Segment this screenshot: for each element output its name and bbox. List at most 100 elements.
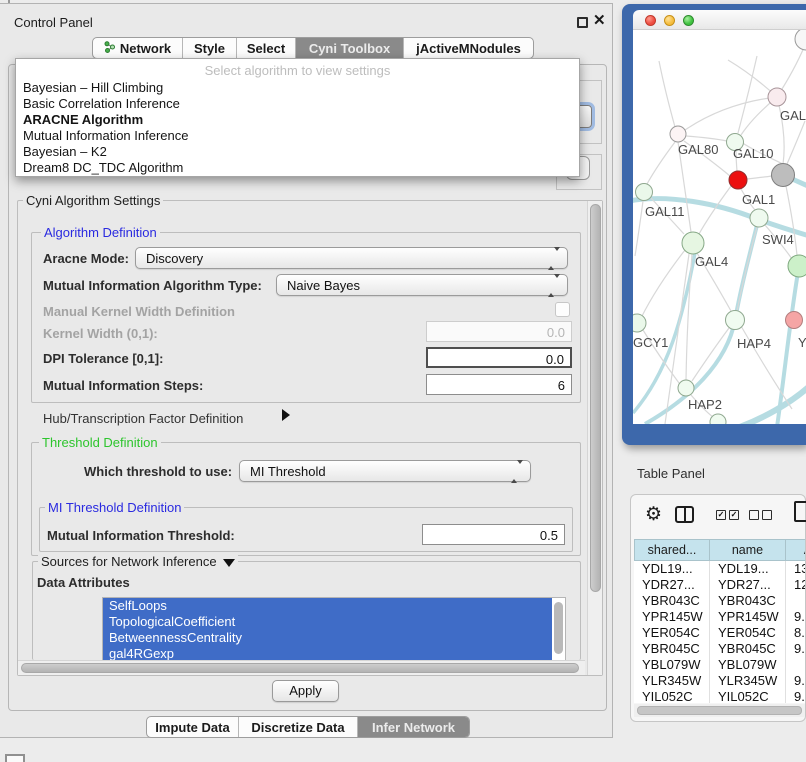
table-cell: YDR27... [710, 577, 786, 593]
network-node[interactable] [786, 312, 803, 329]
tab-cyni-toolbox[interactable]: Cyni Toolbox [295, 38, 403, 58]
minimize-traffic-light[interactable] [664, 15, 675, 26]
network-node[interactable] [750, 209, 768, 227]
table-cell: 9. [786, 641, 805, 657]
table-row[interactable]: YBR043CYBR043C [634, 593, 805, 609]
algorithm-option-mutual-information-inference[interactable]: Mutual Information Inference [16, 128, 579, 144]
table-row[interactable]: YBR045CYBR045C9. [634, 641, 805, 657]
attribute-item-gal4rgexp[interactable]: gal4RGexp [103, 646, 552, 661]
tab-label: Style [194, 41, 225, 56]
gear-icon[interactable]: ⚙ [645, 503, 662, 526]
table-row[interactable]: YBL079WYBL079W [634, 657, 805, 673]
network-node[interactable] [678, 380, 694, 396]
select-all-columns-icon[interactable]: ✓ ✓ [716, 510, 739, 520]
attribute-item-selfloops[interactable]: SelfLoops [103, 598, 552, 614]
columns-icon[interactable] [675, 506, 694, 523]
algorithm-option-aracne-algorithm[interactable]: ARACNE Algorithm [16, 112, 579, 128]
which-threshold-select[interactable]: MI Threshold [239, 460, 531, 482]
apply-button[interactable]: Apply [272, 680, 339, 702]
tab-network[interactable]: Network [93, 38, 182, 58]
mi-threshold-field[interactable]: 0.5 [422, 524, 565, 545]
mi-steps-field[interactable]: 6 [426, 374, 572, 395]
mi-steps-label: Mutual Information Steps: [43, 378, 203, 393]
list-scrollbar-thumb[interactable] [554, 602, 563, 654]
network-node[interactable] [795, 30, 806, 50]
table-cell: YLR345W [634, 673, 710, 689]
close-traffic-light[interactable] [645, 15, 656, 26]
column-header-name[interactable]: name [710, 539, 786, 561]
settings-horizontal-scrollbar[interactable] [18, 660, 585, 675]
close-window-button[interactable]: ✕ [593, 11, 606, 29]
column-header-a[interactable]: A [786, 539, 805, 561]
network-node[interactable] [633, 314, 646, 332]
stepper-arrows-icon [511, 464, 523, 479]
algorithm-option-list: Bayesian – Hill ClimbingBasic Correlatio… [16, 80, 579, 176]
network-edge [635, 201, 643, 256]
network-node[interactable] [788, 255, 806, 277]
attribute-item-topologicalcoefficient[interactable]: TopologicalCoefficient [103, 614, 552, 630]
aracne-mode-select[interactable]: Discovery [135, 247, 568, 269]
table-row[interactable]: YPR145WYPR145W9. [634, 609, 805, 625]
dpi-tolerance-field[interactable]: 0.0 [426, 347, 572, 368]
scrollbar-thumb[interactable] [637, 706, 802, 715]
algorithm-option-dream8-dc-tdc-algorithm[interactable]: Dream8 DC_TDC Algorithm [16, 160, 579, 176]
tab-label: Discretize Data [251, 720, 344, 735]
network-window-titlebar[interactable] [633, 10, 806, 30]
scrollbar-thumb[interactable] [590, 204, 601, 592]
column-header-shared[interactable]: shared... [634, 539, 710, 561]
manual-kernel-width-checkbox[interactable] [555, 302, 570, 317]
deselect-all-columns-icon[interactable] [749, 510, 772, 520]
mi-algorithm-type-select[interactable]: Naive Bayes [276, 274, 568, 296]
tab-discretize-data[interactable]: Discretize Data [238, 717, 357, 737]
mi-threshold-label: Mutual Information Threshold: [47, 528, 235, 543]
network-node[interactable] [772, 164, 795, 187]
new-table-icon[interactable] [794, 501, 806, 522]
table-header-row: shared...nameA [634, 539, 805, 561]
data-attributes-label: Data Attributes [37, 575, 130, 590]
control-panel-window: Control Panel ✕ Network Style Select Cyni T… [0, 3, 613, 738]
zoom-traffic-light[interactable] [683, 15, 694, 26]
network-node[interactable] [726, 311, 745, 330]
desktop: Control Panel ✕ Network Style Select Cyni T… [0, 0, 806, 762]
table-cell: 13 [786, 561, 805, 577]
mi-threshold-definition-title: MI Threshold Definition [45, 500, 184, 515]
settings-vertical-scrollbar[interactable] [587, 201, 602, 675]
scrollbar-thumb[interactable] [21, 663, 579, 673]
network-node[interactable] [768, 88, 786, 106]
dpi-tolerance-label: DPI Tolerance [0,1]: [43, 351, 163, 366]
table-horizontal-scrollbar[interactable] [634, 704, 805, 717]
tab-select[interactable]: Select [236, 38, 295, 58]
kernel-width-field[interactable]: 0.0 [426, 321, 572, 342]
attribute-item-betweennesscentrality[interactable]: BetweennessCentrality [103, 630, 552, 646]
table-row[interactable]: YLR345WYLR345W9. [634, 673, 805, 689]
algorithm-option-bayesian-k2[interactable]: Bayesian – K2 [16, 144, 579, 160]
table-row[interactable]: YIL052CYIL052C9. [634, 689, 805, 703]
tab-label: Impute Data [155, 720, 229, 735]
network-edge [685, 97, 777, 130]
tab-label: Select [247, 41, 285, 56]
collapse-triangle-icon[interactable] [223, 559, 235, 567]
algorithm-option-basic-correlation-inference[interactable]: Basic Correlation Inference [16, 96, 579, 112]
table-row[interactable]: YDL19...YDL19...13 [634, 561, 805, 577]
table-cell: YIL052C [634, 689, 710, 703]
float-window-button[interactable] [577, 17, 588, 28]
cyni-mode-tab-bar: Impute Data Discretize Data Infer Network [146, 716, 470, 738]
table-row[interactable]: YDR27...YDR27...12 [634, 577, 805, 593]
network-node[interactable] [636, 184, 653, 201]
table-cell: YBR045C [710, 641, 786, 657]
network-canvas[interactable]: GALGAL80GAL10GAL1GAL11SWI4GAL4GCY1HAP4YH… [633, 30, 806, 424]
network-node[interactable] [682, 232, 704, 254]
window-title: Control Panel [14, 15, 93, 30]
node-label-gcy1: GCY1 [633, 335, 668, 350]
tab-impute-data[interactable]: Impute Data [147, 717, 238, 737]
tab-jactivemnodules[interactable]: jActiveMNodules [403, 38, 533, 58]
network-node[interactable] [670, 126, 686, 142]
tab-style[interactable]: Style [182, 38, 236, 58]
network-node[interactable] [729, 171, 747, 189]
tab-infer-network[interactable]: Infer Network [357, 717, 469, 737]
network-node[interactable] [710, 414, 726, 424]
algorithm-option-bayesian-hill-climbing[interactable]: Bayesian – Hill Climbing [16, 80, 579, 96]
table-row[interactable]: YER054CYER054C8. [634, 625, 805, 641]
table-cell: 12 [786, 577, 805, 593]
expand-triangle-icon[interactable] [282, 409, 290, 421]
